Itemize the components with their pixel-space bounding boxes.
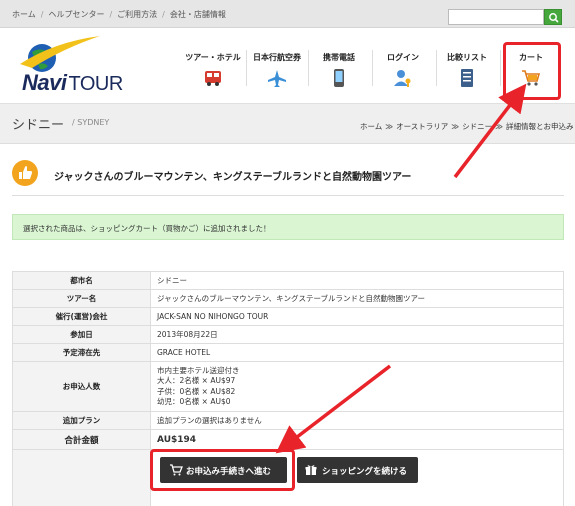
logo-prefix: Navi [22,70,67,95]
table-row: 予定滞在先 GRACE HOTEL [12,343,564,362]
total-amount: AU$194 [150,429,564,450]
breadcrumb: ホーム ≫ オーストラリア ≫ シドニー ≫ 詳細情報とお申込み [360,121,573,132]
table-row: 参加日 2013年08月22日 [12,325,564,344]
search-icon [549,13,559,23]
total-label: 合計金額 [12,429,151,450]
thumbs-up-icon [19,166,32,179]
breadcrumb-separator: ≫ [385,122,394,131]
row-value: GRACE HOTEL [150,343,564,362]
nav-compare-list[interactable]: 比較リスト [436,52,498,88]
logo-wordmark: Navi TOUR [22,70,123,96]
table-row-total: 合計金額 AU$194 [12,429,564,450]
globe-swoosh-icon [20,36,100,72]
page-subtitle: / SYDNEY [72,118,110,127]
row-label: 催行(運営)会社 [12,307,151,326]
top-link-home[interactable]: ホーム [12,9,36,20]
cart-highlight-frame [503,42,561,100]
row-label: 追加プラン [12,411,151,430]
people-line: 市内主要ホテル送迎付き [157,365,240,375]
added-to-cart-notice: 選択された商品は、ショッピングカート（買物かご）に追加されました！ [12,214,564,240]
row-label: ツアー名 [12,289,151,308]
breadcrumb-separator: ≫ [451,122,460,131]
search-input[interactable] [448,9,544,25]
top-link-separator: / [162,10,165,19]
table-row: 追加プラン 追加プランの選択はありません [12,411,564,430]
page-title-band: シドニー / SYDNEY ホーム ≫ オーストラリア ≫ シドニー ≫ 詳細情報とお申込み [0,104,575,144]
breadcrumb-australia[interactable]: オーストラリア [396,122,448,131]
bus-icon [205,71,221,86]
table-row: 催行(運営)会社 JACK-SAN NO NIHONGO TOUR [12,307,564,326]
breadcrumb-sydney[interactable]: シドニー [462,122,492,131]
row-label: お申込人数 [12,361,151,412]
people-line: 大人：2名様 × AU$97 [157,376,236,385]
row-value: 追加プランの選択はありません [150,411,564,430]
breadcrumb-separator: ≫ [495,122,503,131]
breadcrumb-current: 詳細情報とお申込み [505,122,574,131]
logo-suffix: TOUR [68,73,123,95]
row-label: 都市名 [12,271,151,290]
row-value: ジャックさんのブルーマウンテン、キングステーブルランドと自然動物園ツアー [150,289,564,308]
continue-shopping-button[interactable]: ショッピングを続ける [297,457,418,483]
row-label: 予定滞在先 [12,343,151,362]
tour-title: ジャックさんのブルーマウンテン、キングステーブルランドと自然動物園ツアー [54,172,412,183]
nav-label: 比較リスト [447,53,487,62]
top-link-separator: / [109,10,113,19]
continue-label: ショッピングを続ける [322,467,408,477]
row-label: 参加日 [12,325,151,344]
table-row-people: お申込人数 市内主要ホテル送迎付き 大人：2名様 × AU$97 子供：0名様 … [12,361,564,412]
top-links: ホーム / ヘルプセンター / ご利用方法 / 会社・店舗情報 [12,9,226,20]
nav-label: 日本行航空券 [253,53,301,62]
tour-heading: ジャックさんのブルーマウンテン、キングステーブルランドと自然動物園ツアー [12,158,564,196]
top-link-company[interactable]: 会社・店舗情報 [170,9,226,20]
user-key-icon [394,70,411,87]
row-value: 2013年08月22日 [150,325,564,344]
table-row: 都市名 シドニー [12,271,564,290]
nav-tour-hotel[interactable]: ツアー・ホテル [182,52,244,88]
nav-label: 携帯電話 [323,53,355,62]
row-value: JACK-SAN NO NIHONGO TOUR [150,307,564,326]
people-breakdown: 市内主要ホテル送迎付き 大人：2名様 × AU$97 子供：0名様 × AU$8… [150,361,564,412]
notice-text: 選択された商品は、ショッピングカート（買物かご）に追加されました！ [23,224,271,233]
top-utility-bar: ホーム / ヘルプセンター / ご利用方法 / 会社・店舗情報 [0,0,575,28]
table-row: ツアー名 ジャックさんのブルーマウンテン、キングステーブルランドと自然動物園ツア… [12,289,564,308]
people-line: 幼児：0名様 × AU$0 [157,397,231,406]
top-link-separator: / [40,10,44,19]
nav-mobile[interactable]: 携帯電話 [308,52,370,88]
list-icon [461,69,473,87]
top-link-help[interactable]: ヘルプセンター [48,9,104,20]
navitour-logo[interactable]: Navi TOUR [14,34,140,96]
mobile-phone-icon [334,69,344,87]
gift-icon [305,465,317,475]
breadcrumb-home[interactable]: ホーム [360,122,382,131]
site-header: Navi TOUR ツアー・ホテル 日本行航空券 携帯電話 ログイン 比較リスト… [0,28,575,104]
page-title: シドニー [12,118,65,133]
actions-label-cell [12,449,151,506]
search-button[interactable] [544,9,562,25]
people-line: 子供：0名様 × AU$82 [157,386,236,396]
nav-label: ツアー・ホテル [185,53,241,62]
thumbs-up-badge [12,160,38,186]
airplane-icon [268,70,286,87]
nav-label: ログイン [387,53,419,62]
top-link-howto[interactable]: ご利用方法 [117,9,157,20]
checkout-highlight-frame [150,449,295,491]
nav-login[interactable]: ログイン [372,52,434,88]
row-value: シドニー [150,271,564,290]
nav-flights[interactable]: 日本行航空券 [246,52,308,88]
